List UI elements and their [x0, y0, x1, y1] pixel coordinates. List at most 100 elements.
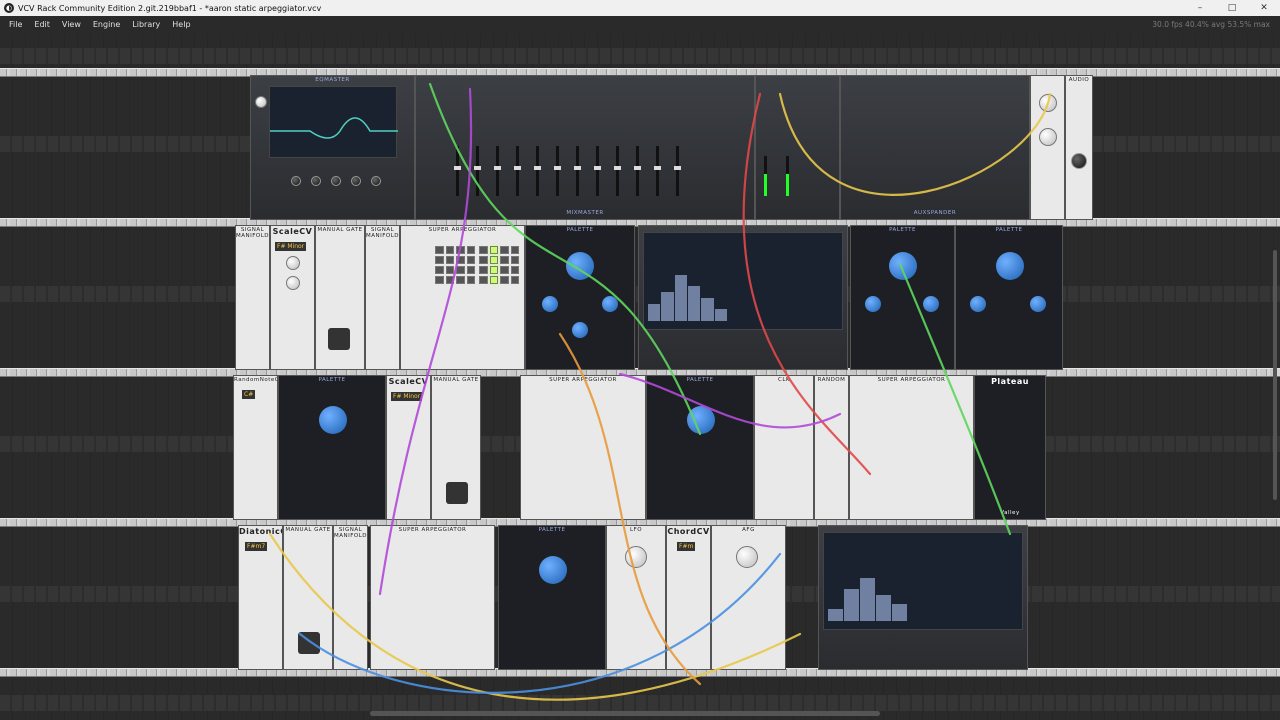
module-randomnotecv[interactable]: RandomNoteCV C# [233, 375, 278, 520]
close-button[interactable]: ✕ [1248, 0, 1280, 16]
param-knob[interactable] [572, 322, 588, 338]
eq-band-knob[interactable] [371, 176, 381, 186]
module-random[interactable]: RANDOM [814, 375, 849, 520]
rack-area[interactable]: EQMASTER MIXMASTER AUXSPANDER AUDIO SIGN… [0, 34, 1280, 720]
module-title: Plateau [991, 377, 1029, 386]
menu-library[interactable]: Library [126, 16, 166, 34]
module-title: ScaleCV [388, 377, 429, 386]
module-palette[interactable]: PALETTE [955, 225, 1063, 370]
module-signal-manifold[interactable]: SIGNAL MANIFOLD [365, 225, 400, 370]
module-scalecv[interactable]: ScaleCV F# Minor [386, 375, 431, 520]
module-limiter[interactable] [1030, 75, 1065, 220]
gate-button[interactable] [446, 482, 468, 504]
param-knob[interactable] [970, 296, 986, 312]
channel-fader[interactable] [454, 146, 461, 196]
channel-fader[interactable] [614, 146, 621, 196]
module-sequencer-display[interactable] [638, 225, 848, 370]
menu-edit[interactable]: Edit [28, 16, 56, 34]
rate-knob[interactable] [625, 546, 647, 568]
module-title: MANUAL GATE [285, 527, 331, 533]
channel-fader[interactable] [574, 146, 581, 196]
octave-pads[interactable] [479, 246, 519, 284]
eq-band-knob[interactable] [291, 176, 301, 186]
vertical-scrollbar[interactable] [1273, 250, 1277, 500]
param-knob[interactable] [542, 296, 558, 312]
frequency-knob[interactable] [687, 406, 715, 434]
afg-knob[interactable] [736, 546, 758, 568]
minimize-button[interactable]: – [1184, 0, 1216, 16]
module-palette[interactable]: PALETTE [278, 375, 386, 520]
module-audio[interactable]: AUDIO [1065, 75, 1093, 220]
param-knob[interactable] [865, 296, 881, 312]
module-auxspander[interactable]: AUXSPANDER [840, 75, 1030, 220]
menu-file[interactable]: File [0, 16, 28, 34]
gate-button[interactable] [328, 328, 350, 350]
channel-fader[interactable] [594, 146, 601, 196]
module-scalecv[interactable]: ScaleCV F# Minor [270, 225, 315, 370]
maximize-button[interactable]: □ [1216, 0, 1248, 16]
module-chordcv[interactable]: ChordCV F#m [666, 525, 711, 670]
module-title: ChordCV [667, 527, 710, 536]
module-palette[interactable]: PALETTE [498, 525, 606, 670]
module-manual-gate[interactable]: MANUAL GATE [283, 525, 333, 670]
eq-band-knob[interactable] [311, 176, 321, 186]
gate-button[interactable] [298, 632, 320, 654]
module-mixmaster-aux[interactable] [755, 75, 840, 220]
root-knob[interactable] [286, 256, 300, 270]
rack-row-empty [0, 34, 1280, 68]
module-lfo[interactable]: LFO [606, 525, 666, 670]
module-mixmaster[interactable]: MIXMASTER [415, 75, 755, 220]
frequency-knob[interactable] [996, 252, 1024, 280]
module-signal-manifold[interactable]: SIGNAL MANIFOLD [333, 525, 368, 670]
threshold-knob[interactable] [1039, 94, 1057, 112]
module-palette[interactable]: PALETTE [850, 225, 955, 370]
channel-fader[interactable] [674, 146, 681, 196]
param-knob[interactable] [1030, 296, 1046, 312]
vcv-app-icon: ◐ [4, 3, 14, 13]
channel-fader[interactable] [494, 146, 501, 196]
module-diatoniccv[interactable]: DiatonicCV F#m7 [238, 525, 283, 670]
eq-gain-knob[interactable] [255, 96, 267, 108]
param-knob[interactable] [602, 296, 618, 312]
module-sequencer-display[interactable] [818, 525, 1028, 670]
channel-fader[interactable] [474, 146, 481, 196]
module-super-arpeggiator[interactable]: SUPER ARPEGGIATOR [400, 225, 525, 370]
channel-fader[interactable] [634, 146, 641, 196]
module-manual-gate[interactable]: MANUAL GATE [431, 375, 481, 520]
frequency-knob[interactable] [539, 556, 567, 584]
module-clock[interactable]: CLK [754, 375, 814, 520]
module-eqmaster[interactable]: EQMASTER [250, 75, 415, 220]
channel-fader[interactable] [654, 146, 661, 196]
menu-help[interactable]: Help [166, 16, 196, 34]
eq-band-knob[interactable] [331, 176, 341, 186]
channel-fader[interactable] [514, 146, 521, 196]
scale-knob[interactable] [286, 276, 300, 290]
module-plateau[interactable]: Plateau Valley [974, 375, 1046, 520]
module-super-arpeggiator[interactable]: SUPER ARPEGGIATOR [370, 525, 495, 670]
menu-bar: File Edit View Engine Library Help 30.0 … [0, 16, 1280, 34]
module-manual-gate[interactable]: MANUAL GATE [315, 225, 365, 370]
module-palette[interactable]: PALETTE [525, 225, 635, 370]
channel-fader[interactable] [554, 146, 561, 196]
horizontal-scrollbar[interactable] [370, 711, 880, 716]
chord-display: F#m [677, 542, 696, 551]
eq-band-knob[interactable] [351, 176, 361, 186]
module-palette[interactable]: PALETTE [646, 375, 754, 520]
module-super-arpeggiator[interactable]: SUPER ARPEGGIATOR [520, 375, 646, 520]
menu-view[interactable]: View [56, 16, 87, 34]
module-afg[interactable]: AFG [711, 525, 786, 670]
channel-fader[interactable] [534, 146, 541, 196]
module-title: SUPER ARPEGGIATOR [428, 227, 497, 233]
module-title: SIGNAL MANIFOLD [334, 527, 368, 539]
frequency-knob[interactable] [319, 406, 347, 434]
menu-engine[interactable]: Engine [87, 16, 126, 34]
out-gain-knob[interactable] [1039, 128, 1057, 146]
module-signal-manifold[interactable]: SIGNAL MANIFOLD [235, 225, 270, 370]
module-title: MIXMASTER [566, 210, 604, 216]
frequency-knob[interactable] [889, 252, 917, 280]
module-super-arpeggiator[interactable]: SUPER ARPEGGIATOR [849, 375, 974, 520]
param-knob[interactable] [923, 296, 939, 312]
frequency-knob[interactable] [566, 252, 594, 280]
audio-level-knob[interactable] [1071, 153, 1087, 169]
programme-pads[interactable] [435, 246, 475, 284]
